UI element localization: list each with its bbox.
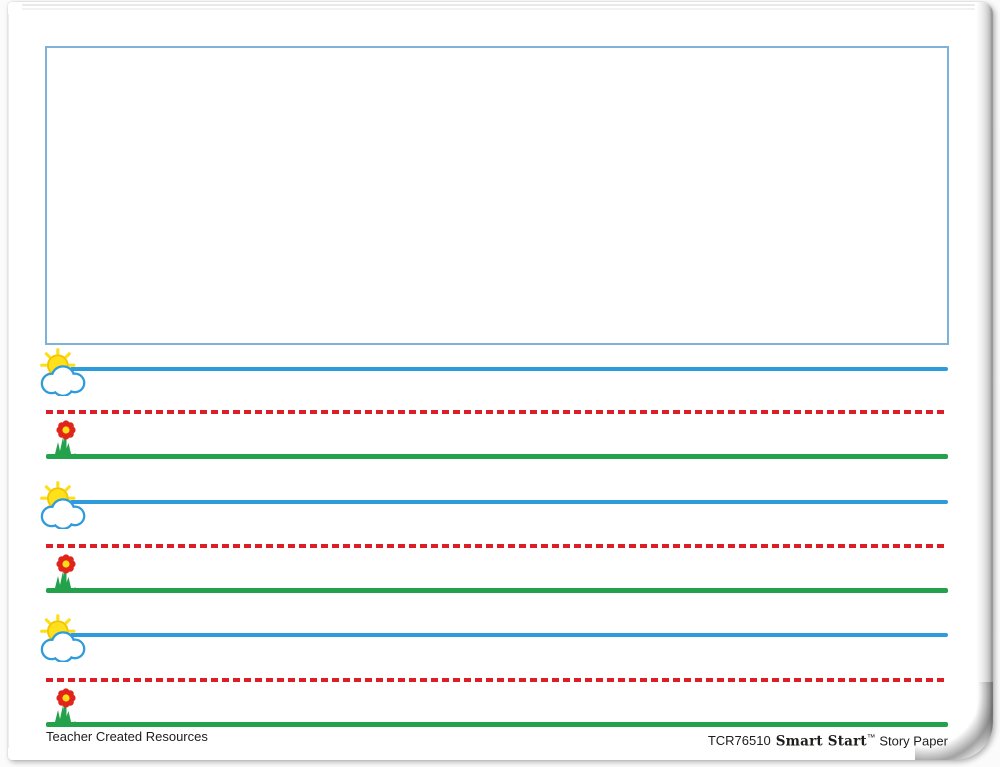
product-code: TCR76510 bbox=[708, 733, 771, 748]
drawing-box bbox=[45, 46, 949, 345]
writing-base-line bbox=[46, 588, 948, 593]
paper-pad: Teacher Created Resources TCR76510 Smart … bbox=[8, 2, 993, 760]
writing-mid-line-dashed bbox=[46, 678, 948, 682]
footer: Teacher Created Resources TCR76510 Smart … bbox=[46, 729, 948, 749]
sun-cloud-icon bbox=[37, 348, 89, 396]
writing-mid-line-dashed bbox=[46, 544, 948, 548]
sun-cloud-icon bbox=[37, 481, 89, 529]
writing-mid-line-dashed bbox=[46, 410, 948, 414]
brand-name: Smart Start bbox=[776, 733, 867, 749]
flower-icon bbox=[50, 554, 80, 592]
writing-top-line bbox=[70, 500, 948, 504]
pad-corner-shadow bbox=[915, 682, 993, 760]
trademark-symbol: ™ bbox=[867, 732, 876, 742]
pad-top-sheet-edge bbox=[22, 4, 975, 6]
flower-icon bbox=[50, 420, 80, 458]
pad-top-sheet-edge bbox=[22, 8, 975, 10]
writing-top-line bbox=[70, 367, 948, 371]
story-paper-page: Teacher Created Resources TCR76510 Smart … bbox=[0, 0, 1000, 767]
sun-cloud-icon bbox=[37, 614, 89, 662]
product-title: TCR76510Smart Start™Story Paper bbox=[708, 729, 948, 749]
writing-base-line bbox=[46, 454, 948, 459]
pad-left-sheet-edge bbox=[8, 14, 9, 748]
pad-right-sheet-edge bbox=[976, 2, 993, 760]
flower-icon bbox=[50, 688, 80, 726]
writing-base-line bbox=[46, 722, 948, 727]
writing-top-line bbox=[70, 633, 948, 637]
publisher-name: Teacher Created Resources bbox=[46, 729, 208, 745]
